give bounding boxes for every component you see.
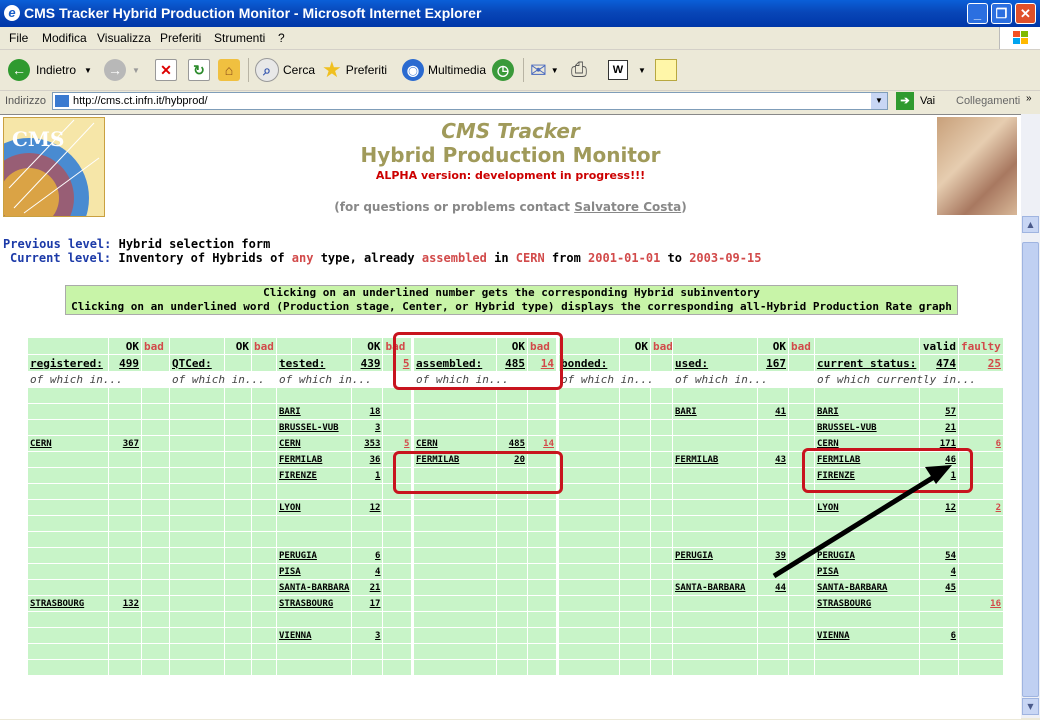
home-button[interactable]: ⌂ xyxy=(218,56,240,84)
standard-toolbar: ← Indietro ▼ → ▼ ✕ ↻ ⌂ ⌕ Cerca ★ Preferi… xyxy=(0,50,1040,91)
address-dropdown-icon[interactable]: ▼ xyxy=(871,93,887,109)
back-dropdown-icon[interactable]: ▼ xyxy=(84,66,92,75)
mail-icon: ✉ xyxy=(530,59,547,82)
go-button[interactable]: Vai xyxy=(920,95,935,107)
search-icon: ⌕ xyxy=(255,58,279,82)
print-icon: ⎙ xyxy=(571,58,587,81)
toolbar-separator xyxy=(523,58,524,82)
go-arrow-icon[interactable]: ➔ xyxy=(896,92,914,110)
forward-dropdown-icon[interactable]: ▼ xyxy=(132,66,140,75)
media-globe-icon: ◉ xyxy=(402,59,424,81)
word-edit-icon: W xyxy=(608,60,628,80)
media-label: Multimedia xyxy=(428,63,487,77)
menu-visualizza[interactable]: Visualizza xyxy=(97,31,151,45)
scroll-thumb[interactable] xyxy=(1022,242,1039,697)
forward-button[interactable]: → ▼ xyxy=(104,56,140,84)
page-viewport: CMS CMS Tracker Hybrid Production Monito… xyxy=(0,114,1021,719)
address-input[interactable]: http://cms.ct.infn.it/hybprod/ ▼ xyxy=(52,92,888,110)
address-bar: Indirizzo http://cms.ct.infn.it/hybprod/… xyxy=(0,91,1040,113)
menu-modifica[interactable]: Modifica xyxy=(42,31,87,45)
stop-icon: ✕ xyxy=(155,59,177,81)
mail-button[interactable]: ✉ ▼ xyxy=(530,56,559,84)
annotation-arrow xyxy=(772,465,952,579)
toolbar-separator xyxy=(248,58,249,82)
window-title: CMS Tracker Hybrid Production Monitor - … xyxy=(24,5,482,21)
close-button[interactable]: ✕ xyxy=(1015,3,1036,24)
menu-help[interactable]: ? xyxy=(278,31,285,45)
search-label: Cerca xyxy=(283,63,316,77)
minimize-button[interactable]: _ xyxy=(967,3,988,24)
edit-dropdown-icon[interactable]: ▼ xyxy=(638,66,646,75)
note-icon xyxy=(655,59,677,81)
forward-arrow-icon: → xyxy=(104,59,126,81)
media-button[interactable]: ◉ Multimedia xyxy=(402,56,486,84)
menu-file[interactable]: File xyxy=(9,31,28,45)
favorites-label: Preferiti xyxy=(345,63,388,77)
windows-logo-icon xyxy=(999,27,1040,49)
favorites-button[interactable]: ★ Preferiti xyxy=(322,56,387,84)
back-button[interactable]: ← Indietro ▼ xyxy=(8,56,92,84)
ie-logo-icon: e xyxy=(4,5,20,21)
edit-button[interactable]: W ▼ xyxy=(608,56,646,84)
menu-bar: File Modifica Visualizza Preferiti Strum… xyxy=(0,27,1040,50)
refresh-icon: ↻ xyxy=(188,59,210,81)
menu-preferiti[interactable]: Preferiti xyxy=(160,31,201,45)
search-button[interactable]: ⌕ Cerca xyxy=(255,56,315,84)
address-url: http://cms.ct.infn.it/hybprod/ xyxy=(73,95,208,107)
history-button[interactable]: ◷ xyxy=(492,56,514,84)
back-arrow-icon: ← xyxy=(8,59,30,81)
window-titlebar: e CMS Tracker Hybrid Production Monitor … xyxy=(0,0,1040,27)
back-label: Indietro xyxy=(36,63,77,77)
vertical-scrollbar[interactable]: ▲ ▼ xyxy=(1021,114,1040,718)
scroll-down-icon[interactable]: ▼ xyxy=(1022,698,1039,715)
links-button[interactable]: Collegamenti xyxy=(956,95,1020,107)
home-icon: ⌂ xyxy=(218,59,240,81)
links-chevron-icon[interactable]: » xyxy=(1026,93,1032,104)
messenger-button[interactable] xyxy=(655,56,677,84)
stop-button[interactable]: ✕ xyxy=(155,56,177,84)
mail-dropdown-icon[interactable]: ▼ xyxy=(551,66,559,75)
menu-strumenti[interactable]: Strumenti xyxy=(214,31,265,45)
maximize-button[interactable]: ❐ xyxy=(991,3,1012,24)
scroll-up-icon[interactable]: ▲ xyxy=(1022,216,1039,233)
refresh-button[interactable]: ↻ xyxy=(188,56,210,84)
print-button[interactable]: ⎙ xyxy=(571,56,587,84)
favorites-star-icon: ★ xyxy=(322,57,342,82)
history-icon: ◷ xyxy=(492,59,514,81)
page-icon xyxy=(55,95,69,107)
address-label: Indirizzo xyxy=(5,95,46,107)
